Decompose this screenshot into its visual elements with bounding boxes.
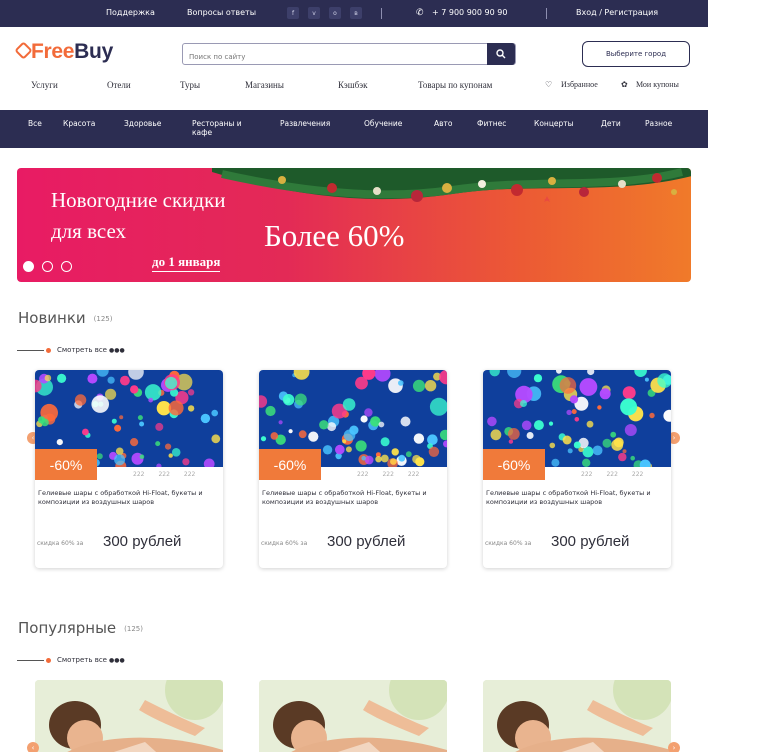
category-restaurants[interactable]: Рестораны и кафе: [192, 119, 262, 137]
banner-until-link[interactable]: до 1 января: [152, 254, 221, 272]
comments-icon: 222: [183, 471, 196, 478]
see-all-link-new[interactable]: Смотреть все ●●●: [17, 346, 125, 354]
category-education[interactable]: Обучение: [364, 119, 402, 128]
search-bar: [182, 43, 516, 67]
category-all[interactable]: Все: [28, 119, 42, 128]
card-stats: 222 222 222: [133, 471, 195, 478]
category-kids[interactable]: Дети: [601, 119, 621, 128]
section-title-new: Новинки (125): [18, 309, 113, 327]
bought-icon: 222: [606, 471, 618, 478]
category-other[interactable]: Разное: [645, 119, 672, 128]
card-discount-note: скидка 60% за: [37, 540, 84, 547]
category-fitness[interactable]: Фитнес: [477, 119, 506, 128]
card-description: Гелиевые шары с обработкой Hi-Float, бук…: [262, 489, 427, 506]
category-entertainment[interactable]: Развлечения: [280, 119, 330, 128]
deal-card[interactable]: -60% 222 222 222 Гелиевые шары с обработ…: [483, 370, 671, 568]
section-title-popular: Популярные (125): [18, 619, 143, 637]
card-stats: 222 222 222: [581, 471, 643, 478]
slider-dot-1[interactable]: [23, 261, 34, 272]
bought-icon: 222: [158, 471, 170, 478]
discount-badge: -60%: [35, 449, 97, 480]
city-select-button[interactable]: Выберите город: [582, 41, 690, 67]
nav-item-coupon-goods[interactable]: Товары по купонам: [418, 80, 492, 90]
discount-badge: -60%: [259, 449, 321, 480]
category-bar: Все Красота Здоровье Рестораны и кафе Ра…: [0, 110, 708, 148]
search-button[interactable]: [487, 43, 515, 65]
search-input[interactable]: [183, 47, 483, 67]
more-icon: ●●●: [109, 656, 125, 664]
my-coupons-link[interactable]: Мои купоны: [636, 80, 679, 89]
deal-card[interactable]: -60% 222 222 222 Гелиевые шары с обработ…: [259, 370, 447, 568]
favorites-link[interactable]: Избранное: [561, 80, 598, 89]
header: FreeBuy Выберите город Услуги Отели Туры…: [0, 0, 708, 110]
see-all-link-popular[interactable]: Смотреть все ●●●: [17, 656, 125, 664]
category-health[interactable]: Здоровье: [124, 119, 161, 128]
section-count: (125): [93, 314, 113, 323]
nav-item-shops[interactable]: Магазины: [245, 80, 284, 90]
card-price: 300 рублей: [551, 533, 630, 550]
massage-image[interactable]: [259, 680, 447, 752]
views-icon: 222: [133, 471, 145, 478]
section-count: (125): [124, 624, 143, 633]
card-description: Гелиевые шары с обработкой Hi-Float, бук…: [486, 489, 651, 506]
slider-dots: [23, 261, 72, 272]
carousel-prev-button[interactable]: ‹: [27, 742, 39, 752]
page: Поддержка Вопросы ответы f v o в ✆ + 7 9…: [0, 0, 763, 752]
category-auto[interactable]: Авто: [434, 119, 453, 128]
carousel-next-button[interactable]: ›: [668, 742, 680, 752]
more-icon: ●●●: [109, 346, 125, 354]
massage-image[interactable]: [483, 680, 671, 752]
category-concerts[interactable]: Концерты: [534, 119, 574, 128]
nav-item-tours[interactable]: Туры: [180, 80, 200, 90]
comments-icon: 222: [631, 471, 644, 478]
views-icon: 222: [581, 471, 593, 478]
christmas-garland-image: [212, 168, 691, 202]
site-wrapper: Поддержка Вопросы ответы f v o в ✆ + 7 9…: [0, 0, 708, 752]
slider-dot-3[interactable]: [61, 261, 72, 272]
nav-item-cashback[interactable]: Кэшбэк: [338, 80, 368, 90]
card-discount-note: скидка 60% за: [485, 540, 532, 547]
card-price: 300 рублей: [327, 533, 406, 550]
views-icon: 222: [357, 471, 369, 478]
banner-headline: Новогодние скидки для всех: [51, 188, 226, 243]
card-stats: 222 222 222: [357, 471, 419, 478]
massage-image[interactable]: [35, 680, 223, 752]
card-description: Гелиевые шары с обработкой Hi-Float, бук…: [38, 489, 203, 506]
discount-badge: -60%: [483, 449, 545, 480]
promo-banner[interactable]: Новогодние скидки для всех Более 60% до …: [17, 168, 691, 282]
nav-item-services[interactable]: Услуги: [31, 80, 58, 90]
logo[interactable]: FreeBuy: [17, 40, 113, 64]
banner-discount: Более 60%: [264, 218, 405, 253]
nav-item-hotels[interactable]: Отели: [107, 80, 131, 90]
bought-icon: 222: [382, 471, 394, 478]
category-beauty[interactable]: Красота: [63, 119, 95, 128]
comments-icon: 222: [407, 471, 420, 478]
card-discount-note: скидка 60% за: [261, 540, 308, 547]
card-price: 300 рублей: [103, 533, 182, 550]
heart-icon: ♡: [545, 80, 553, 89]
deal-card[interactable]: -60% 222 222 222 Гелиевые шары с обработ…: [35, 370, 223, 568]
slider-dot-2[interactable]: [42, 261, 53, 272]
search-icon: [496, 49, 506, 59]
tag-icon: ✿: [621, 80, 628, 89]
